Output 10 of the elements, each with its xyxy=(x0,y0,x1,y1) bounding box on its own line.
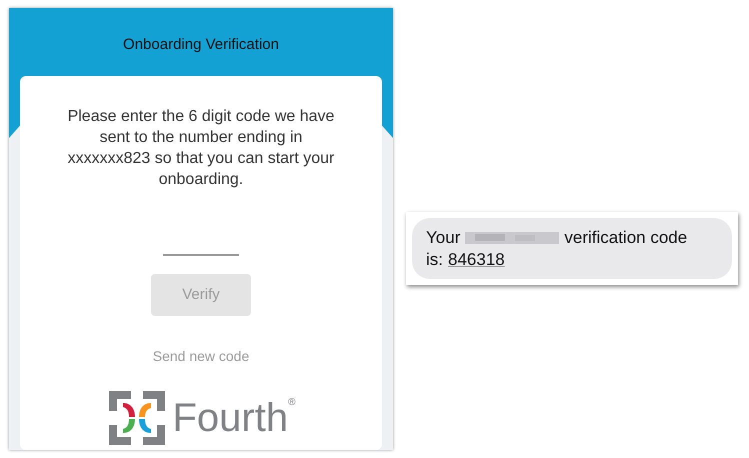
instructions-text: Please enter the 6 digit code we have sent to the number ending in xxxxxxx823 so that you can start your onboarding. xyxy=(66,107,336,190)
screen-title: Onboarding Verification xyxy=(123,35,279,52)
logo-icon xyxy=(106,389,166,447)
verification-code-link[interactable]: 846318 xyxy=(448,249,505,271)
send-new-code-link[interactable]: Send new code xyxy=(152,346,250,367)
logo-wordmark: Fourth® xyxy=(172,396,296,440)
message-text: verification code xyxy=(564,227,688,249)
redaction-blur-icon xyxy=(465,231,560,245)
message-text: Your xyxy=(426,227,460,249)
message-text: is: xyxy=(426,249,443,271)
